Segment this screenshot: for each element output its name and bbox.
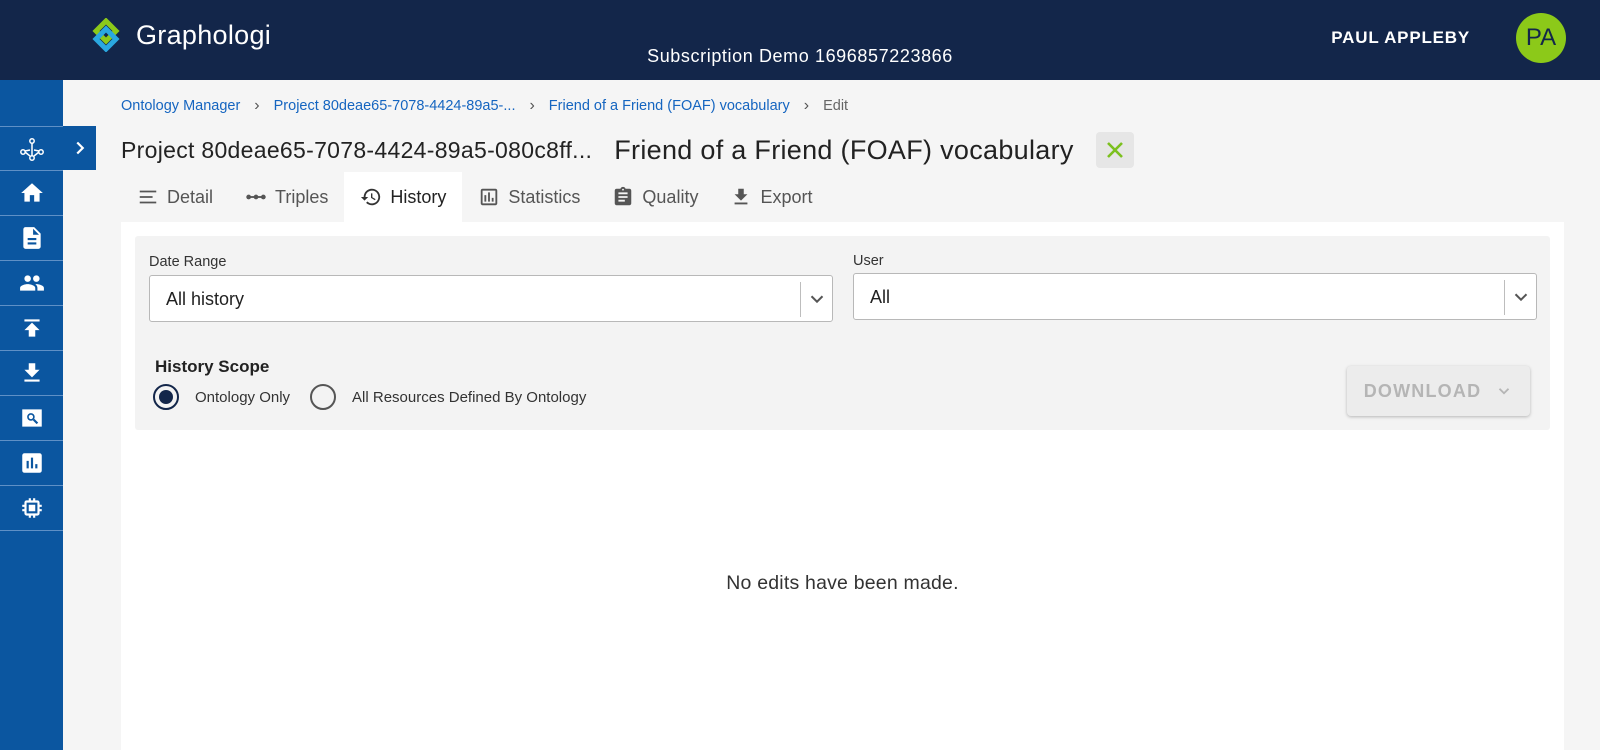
date-range-select[interactable]: All history xyxy=(149,275,833,322)
avatar[interactable]: PA xyxy=(1516,13,1566,63)
sidebar-expand-button[interactable] xyxy=(63,126,96,170)
user-select[interactable]: All xyxy=(853,273,1537,320)
radio-ontology-only[interactable] xyxy=(153,384,179,410)
sidebar-item-chart[interactable] xyxy=(0,441,63,486)
user-value: All xyxy=(870,287,891,307)
upload-icon xyxy=(23,319,40,337)
chevron-down-icon xyxy=(1499,388,1510,395)
breadcrumb-ontology-manager[interactable]: Ontology Manager xyxy=(121,98,240,114)
tab-label: History xyxy=(390,186,447,207)
clipboard-icon xyxy=(615,186,632,206)
statistics-icon xyxy=(481,188,498,206)
tab-quality[interactable]: Quality xyxy=(596,172,714,222)
breadcrumb: Ontology Manager › Project 80deae65-7078… xyxy=(121,97,848,115)
graph-icon xyxy=(19,137,44,161)
download-button[interactable]: DOWNLOAD xyxy=(1347,366,1530,416)
chip-icon xyxy=(21,498,42,518)
history-icon xyxy=(361,188,381,206)
select-divider xyxy=(1504,280,1505,315)
sidebar-item-graph[interactable] xyxy=(0,126,63,171)
user-label: User xyxy=(853,253,884,269)
tab-history[interactable]: History xyxy=(344,172,463,222)
breadcrumb-project[interactable]: Project 80deae65-7078-4424-89a5-... xyxy=(274,98,516,114)
radio-checked-dot xyxy=(159,390,173,404)
tab-export[interactable]: Export xyxy=(714,172,828,222)
sidebar xyxy=(0,80,63,750)
dots-icon xyxy=(246,194,266,200)
history-panel: Date Range All history User All History … xyxy=(121,222,1564,750)
sidebar-item-search[interactable] xyxy=(0,396,63,441)
select-divider xyxy=(800,282,801,317)
breadcrumb-separator-icon: › xyxy=(254,97,260,114)
chevron-down-icon xyxy=(1514,293,1528,302)
breadcrumb-current: Edit xyxy=(823,98,849,114)
history-scope-options: Ontology Only All Resources Defined By O… xyxy=(153,384,606,410)
download-label: DOWNLOAD xyxy=(1363,380,1482,401)
search-icon xyxy=(21,409,42,427)
sidebar-item-users[interactable] xyxy=(0,261,63,306)
radio-label: All Resources Defined By Ontology xyxy=(352,388,587,406)
export-icon xyxy=(735,188,748,205)
page-title: Friend of a Friend (FOAF) vocabulary xyxy=(614,134,1074,165)
tab-bar: Detail Triples History Statistics Qualit… xyxy=(121,172,828,222)
download-icon xyxy=(23,363,40,382)
top-bar: Graphologi Subscription Demo 16968572238… xyxy=(0,0,1600,80)
sidebar-item-home[interactable] xyxy=(0,171,63,216)
user-name[interactable]: PAUL APPLEBY xyxy=(1331,28,1470,48)
home-icon xyxy=(20,183,43,202)
sidebar-item-settings[interactable] xyxy=(0,486,63,531)
sidebar-item-upload[interactable] xyxy=(0,306,63,351)
breadcrumb-separator-icon: › xyxy=(803,97,810,114)
tab-label: Quality xyxy=(642,186,699,207)
tab-triples[interactable]: Triples xyxy=(229,172,344,222)
chart-icon xyxy=(21,453,42,473)
subscription-name: Subscription Demo 1696857223866 xyxy=(647,46,953,66)
project-title: Project 80deae65-7078-4424-89a5-080c8ff.… xyxy=(121,136,593,163)
tab-label: Statistics xyxy=(508,186,581,207)
date-range-label: Date Range xyxy=(149,254,227,270)
history-filters: Date Range All history User All History … xyxy=(135,236,1550,430)
tab-detail[interactable]: Detail xyxy=(121,172,229,222)
tab-statistics[interactable]: Statistics xyxy=(462,172,596,222)
date-range-value: All history xyxy=(166,289,245,309)
chevron-down-icon xyxy=(810,295,824,304)
close-button[interactable] xyxy=(1095,132,1134,168)
document-icon xyxy=(22,227,41,249)
empty-state-message: No edits have been made. xyxy=(726,572,959,594)
list-icon xyxy=(139,190,157,204)
users-icon xyxy=(19,275,44,291)
close-icon xyxy=(1106,142,1123,158)
sidebar-item-document[interactable] xyxy=(0,216,63,261)
chevron-right-icon xyxy=(75,141,84,155)
page-title-row: Project 80deae65-7078-4424-89a5-080c8ff.… xyxy=(121,132,1134,168)
tab-label: Export xyxy=(760,186,813,207)
breadcrumb-vocabulary[interactable]: Friend of a Friend (FOAF) vocabulary xyxy=(549,98,790,114)
tab-label: Detail xyxy=(167,186,214,207)
breadcrumb-separator-icon: › xyxy=(529,97,535,114)
radio-all-resources[interactable] xyxy=(310,384,337,410)
radio-label: Ontology Only xyxy=(195,388,291,406)
sidebar-item-download[interactable] xyxy=(0,351,63,396)
history-scope-label: History Scope xyxy=(155,357,270,376)
tab-label: Triples xyxy=(275,186,329,207)
